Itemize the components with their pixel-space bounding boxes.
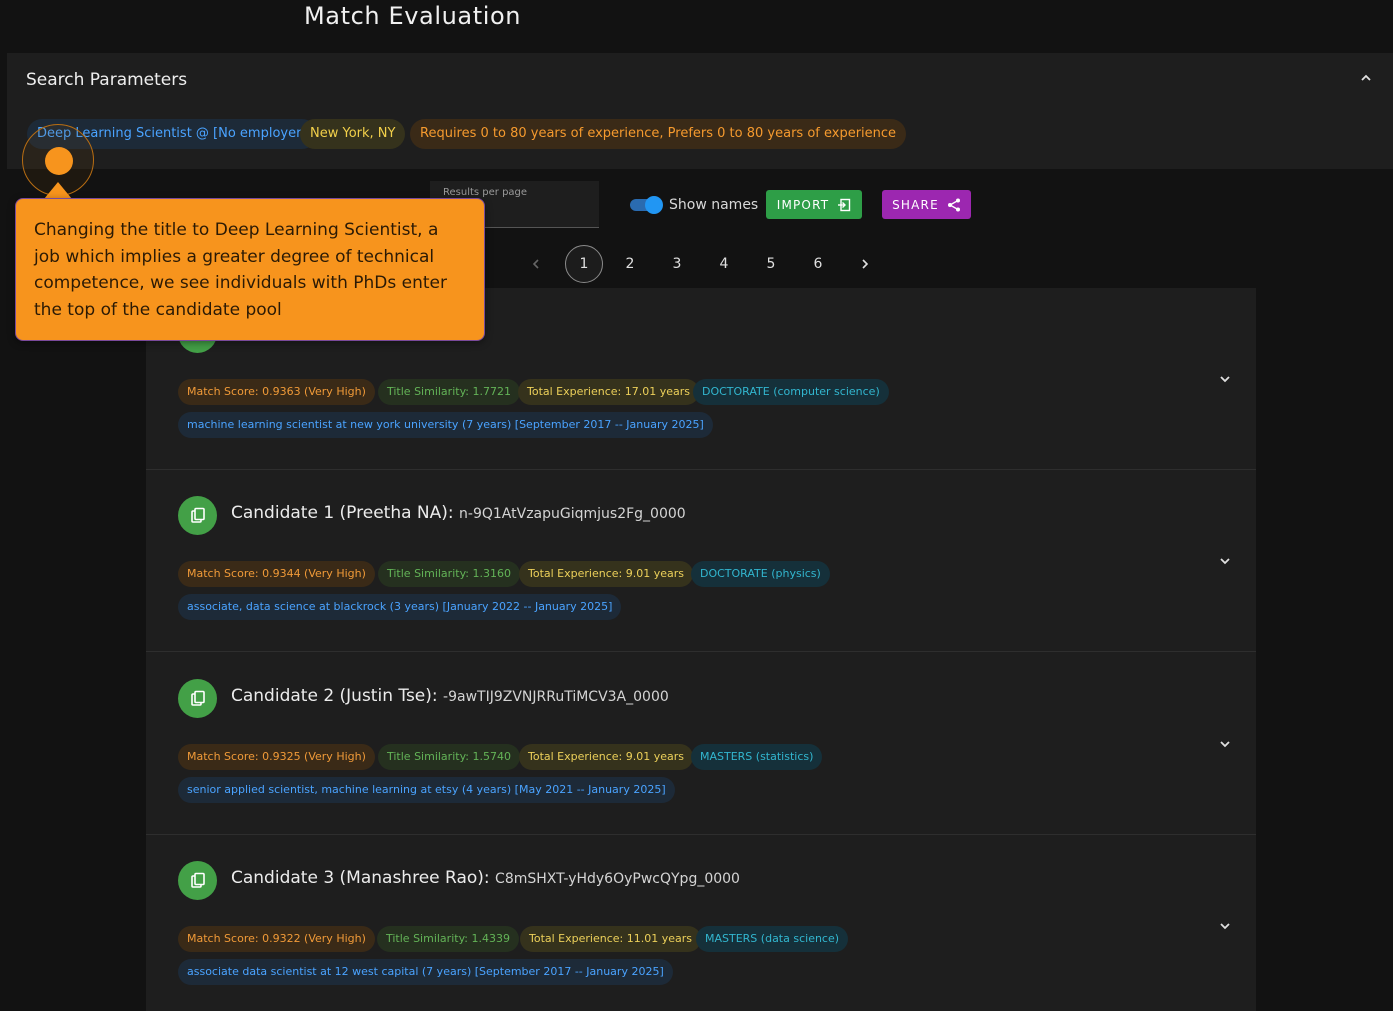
chevron-up-icon[interactable] [1359, 71, 1373, 85]
page-3-button[interactable]: 3 [658, 245, 696, 283]
tour-hotspot-dot [45, 147, 73, 175]
copy-icon [190, 690, 205, 706]
education-tag: DOCTORATE (computer science) [693, 379, 889, 405]
results-per-page-label: Results per page [443, 187, 528, 198]
copy-icon [190, 872, 205, 888]
tour-callout: Changing the title to Deep Learning Scie… [15, 198, 485, 341]
candidate-avatar[interactable] [178, 861, 217, 900]
candidate-list: t8geu67t0OjVTo12ly2mg_0000 Match Score: … [146, 288, 1256, 1011]
position-tag: associate data scientist at 12 west capi… [178, 959, 673, 985]
position-tag: senior applied scientist, machine learni… [178, 777, 675, 803]
page-title: Match Evaluation [304, 2, 522, 30]
experience-chip[interactable]: Requires 0 to 80 years of experience, Pr… [410, 119, 907, 149]
copy-icon [190, 507, 205, 523]
chevron-down-icon[interactable] [1218, 372, 1232, 386]
page-1-button[interactable]: 1 [565, 245, 603, 283]
match-score-tag: Match Score: 0.9363 (Very High) [178, 379, 375, 405]
candidate-id: -9awTIJ9ZVNJRRuTiMCV3A_0000 [443, 689, 669, 705]
title-similarity-tag: Title Similarity: 1.3160 [378, 561, 520, 587]
share-button-label: SHARE [892, 197, 939, 212]
chevron-down-icon[interactable] [1218, 554, 1232, 568]
title-similarity-tag: Title Similarity: 1.4339 [377, 926, 519, 952]
chevron-down-icon[interactable] [1218, 919, 1232, 933]
chevron-right-icon [862, 259, 869, 269]
show-names-label: Show names [669, 197, 759, 213]
education-tag: MASTERS (statistics) [691, 744, 823, 770]
match-score-tag: Match Score: 0.9325 (Very High) [178, 744, 375, 770]
search-parameters-panel: Search Parameters Deep Learning Scientis… [7, 53, 1393, 169]
candidate-avatar[interactable] [178, 496, 217, 535]
title-similarity-tag: Title Similarity: 1.7721 [378, 379, 520, 405]
import-button-label: IMPORT [776, 197, 830, 212]
candidate-avatar[interactable] [178, 679, 217, 718]
candidate-id: n-9Q1AtVzapuGiqmjus2Fg_0000 [459, 506, 686, 522]
total-experience-tag: Total Experience: 11.01 years [520, 926, 701, 952]
callout-pointer [44, 182, 72, 199]
page-5-button[interactable]: 5 [752, 245, 790, 283]
search-parameters-title: Search Parameters [26, 70, 188, 90]
page-6-button[interactable]: 6 [799, 245, 837, 283]
show-names-toggle[interactable] [630, 196, 663, 214]
candidate-name: Candidate 2 (Justin Tse): [231, 686, 438, 706]
position-tag: machine learning scientist at new york u… [178, 412, 713, 438]
match-score-tag: Match Score: 0.9322 (Very High) [178, 926, 375, 952]
candidate-name: Candidate 3 (Manashree Rao): [231, 868, 490, 888]
match-score-tag: Match Score: 0.9344 (Very High) [178, 561, 375, 587]
education-tag: DOCTORATE (physics) [691, 561, 830, 587]
share-icon [947, 198, 960, 211]
education-tag: MASTERS (data science) [696, 926, 849, 952]
candidate-title: Candidate 1 (Preetha NA): n-9Q1AtVzapuGi… [231, 503, 686, 523]
position-tag: associate, data science at blackrock (3 … [178, 594, 622, 620]
location-chip[interactable]: New York, NY [300, 119, 406, 149]
title-similarity-tag: Title Similarity: 1.5740 [378, 744, 520, 770]
import-button[interactable]: IMPORT [766, 190, 862, 219]
candidate-card[interactable]: Candidate 1 (Preetha NA): n-9Q1AtVzapuGi… [146, 470, 1256, 652]
candidate-title: Candidate 3 (Manashree Rao): C8mSHXT-yHd… [231, 868, 740, 888]
chevron-down-icon[interactable] [1218, 737, 1232, 751]
candidate-card[interactable]: Candidate 2 (Justin Tse): -9awTIJ9ZVNJRR… [146, 653, 1256, 835]
candidate-name: Candidate 1 (Preetha NA): [231, 503, 454, 523]
chevron-left-icon [532, 259, 539, 269]
candidate-title: Candidate 2 (Justin Tse): -9awTIJ9ZVNJRR… [231, 686, 669, 706]
total-experience-tag: Total Experience: 9.01 years [519, 744, 693, 770]
candidate-id: C8mSHXT-yHdy6OyPwcQYpg_0000 [495, 871, 740, 887]
page-2-button[interactable]: 2 [611, 245, 649, 283]
total-experience-tag: Total Experience: 9.01 years [519, 561, 693, 587]
previous-page-button[interactable] [517, 245, 555, 283]
candidate-card[interactable]: Candidate 3 (Manashree Rao): C8mSHXT-yHd… [146, 835, 1256, 1011]
import-icon [838, 198, 851, 211]
total-experience-tag: Total Experience: 17.01 years [518, 379, 699, 405]
next-page-button[interactable] [846, 245, 884, 283]
share-button[interactable]: SHARE [882, 190, 971, 219]
page-4-button[interactable]: 4 [705, 245, 743, 283]
